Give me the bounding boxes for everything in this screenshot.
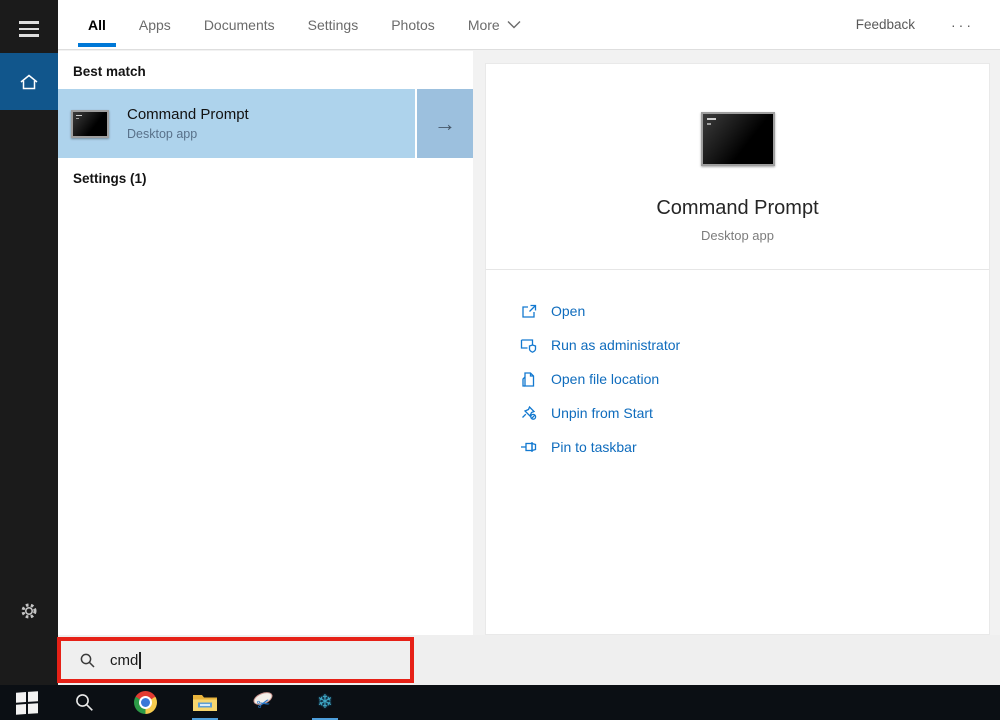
taskbar-file-explorer-button[interactable]: [185, 685, 225, 720]
open-icon: [519, 303, 539, 320]
text-cursor: [139, 652, 141, 669]
file-explorer-icon: [192, 692, 218, 713]
action-open-file-location[interactable]: Open file location: [519, 362, 989, 396]
cmd-icon-large: [701, 112, 775, 166]
unpin-start-icon: [519, 405, 539, 422]
settings-section-header: Settings (1): [73, 171, 473, 186]
search-query-text: cmd: [110, 652, 138, 669]
preview-app-title: Command Prompt: [656, 197, 818, 220]
search-filter-bar: All Apps Documents Settings Photos More …: [58, 0, 1000, 50]
hamburger-menu-icon[interactable]: [0, 16, 58, 42]
best-match-texts: Command Prompt Desktop app: [127, 106, 249, 141]
taskbar-snowflake-app-button[interactable]: ❄: [305, 685, 345, 720]
action-pin-to-taskbar[interactable]: Pin to taskbar: [519, 430, 989, 464]
action-open-label: Open: [551, 303, 585, 319]
chrome-icon: [134, 691, 157, 714]
result-preview-panel: Command Prompt Desktop app Open Run as a…: [485, 63, 990, 635]
run-admin-icon: [519, 337, 539, 354]
gear-icon: [19, 601, 39, 621]
preview-divider: [486, 269, 989, 270]
sidebar-item-home[interactable]: [0, 53, 58, 110]
preview-app-header: Command Prompt Desktop app: [486, 64, 989, 270]
sidebar-item-settings[interactable]: [0, 596, 58, 626]
pin-taskbar-icon: [519, 439, 539, 455]
feedback-button[interactable]: Feedback: [856, 17, 915, 32]
action-open[interactable]: Open: [519, 294, 989, 328]
best-match-subtitle: Desktop app: [127, 127, 249, 141]
snipping-tool-icon: ✂: [252, 691, 278, 715]
start-button[interactable]: [7, 685, 47, 720]
tab-all[interactable]: All: [88, 0, 106, 49]
windows-start-icon: [16, 691, 38, 714]
tab-photos-label: Photos: [391, 17, 435, 33]
tab-settings[interactable]: Settings: [308, 0, 359, 49]
taskbar-search-button[interactable]: [64, 685, 104, 720]
file-location-icon: [519, 371, 539, 388]
action-run-as-administrator[interactable]: Run as administrator: [519, 328, 989, 362]
context-actions-list: Open Run as administrator Open file loca…: [486, 270, 989, 464]
cmd-icon: [71, 110, 109, 138]
action-run-admin-label: Run as administrator: [551, 337, 680, 353]
filter-tabs: All Apps Documents Settings Photos More: [88, 0, 521, 49]
action-file-location-label: Open file location: [551, 371, 659, 387]
search-input[interactable]: cmd: [58, 637, 412, 683]
preview-app-subtitle: Desktop app: [701, 228, 774, 243]
best-match-row: Command Prompt Desktop app →: [58, 89, 473, 158]
action-pin-taskbar-label: Pin to taskbar: [551, 439, 637, 455]
tab-more[interactable]: More: [468, 0, 521, 49]
taskbar-snipping-tool-button[interactable]: ✂: [245, 685, 285, 720]
right-arrow-icon: →: [434, 111, 456, 137]
home-icon: [18, 72, 40, 92]
search-results-panel: Best match Command Prompt Desktop app → …: [58, 51, 473, 635]
search-icon: [74, 692, 95, 713]
active-tab-underline: [78, 43, 116, 47]
tab-all-label: All: [88, 17, 106, 33]
tab-apps-label: Apps: [139, 17, 171, 33]
more-options-button[interactable]: ···: [951, 17, 976, 33]
taskbar-chrome-button[interactable]: [125, 685, 165, 720]
search-strip: cmd: [58, 635, 1000, 685]
tab-apps[interactable]: Apps: [139, 0, 171, 49]
tab-documents[interactable]: Documents: [204, 0, 275, 49]
start-sidebar: [0, 0, 58, 685]
tab-settings-label: Settings: [308, 17, 359, 33]
tab-more-label: More: [468, 17, 500, 33]
chevron-down-icon: [507, 20, 521, 29]
snowflake-app-icon: ❄: [317, 691, 333, 714]
tab-documents-label: Documents: [204, 17, 275, 33]
topbar-right: Feedback ···: [856, 17, 976, 33]
taskbar: ✂ ❄: [0, 685, 1000, 720]
best-match-header: Best match: [73, 64, 473, 79]
expand-result-button[interactable]: →: [417, 89, 473, 158]
action-unpin-from-start[interactable]: Unpin from Start: [519, 396, 989, 430]
action-unpin-start-label: Unpin from Start: [551, 405, 653, 421]
best-match-result[interactable]: Command Prompt Desktop app: [58, 89, 415, 158]
best-match-title: Command Prompt: [127, 106, 249, 123]
search-icon: [79, 652, 96, 669]
tab-photos[interactable]: Photos: [391, 0, 435, 49]
